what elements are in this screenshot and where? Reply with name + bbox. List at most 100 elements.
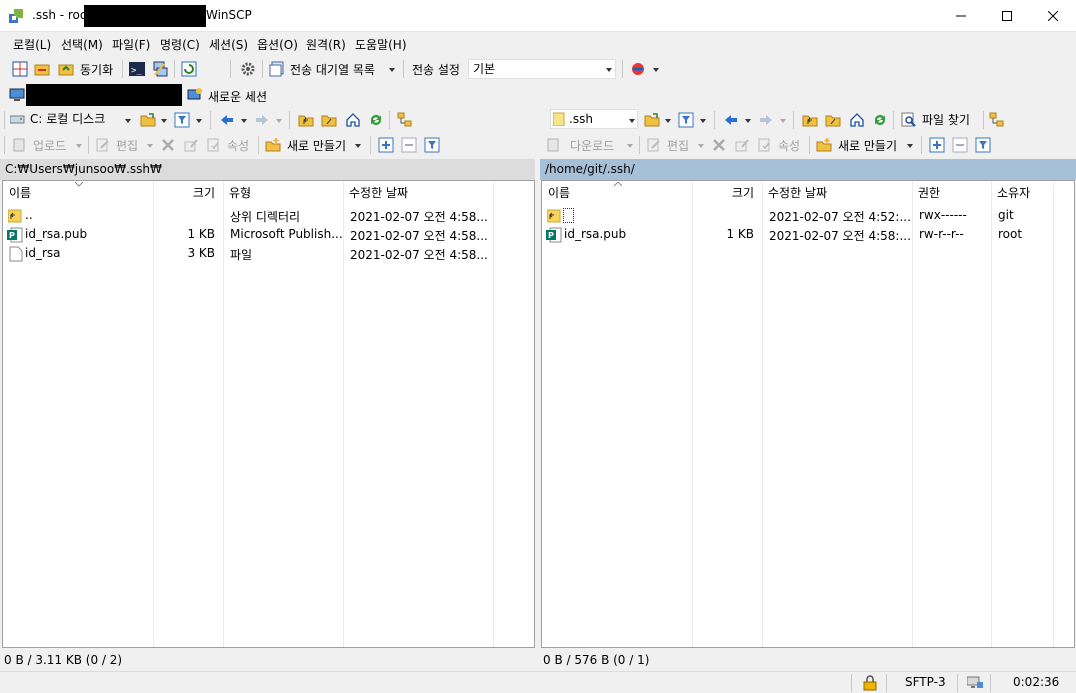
- local-file-list[interactable]: 이름 크기 유형 수정한 날짜 .. 상위 디렉터리 2021-02-07 오전…: [2, 180, 535, 648]
- synchronize-label[interactable]: 동기화: [80, 61, 113, 78]
- local-new-dropdown[interactable]: [355, 144, 361, 148]
- compare-dirs-button[interactable]: [10, 59, 30, 79]
- local-drive-combo[interactable]: C: 로컬 디스크: [10, 109, 136, 129]
- local-col-name-label: 이름: [9, 186, 32, 200]
- transfer-settings-dropdown-arrow[interactable]: [606, 68, 612, 72]
- remote-open-dir-button[interactable]: [642, 110, 662, 130]
- local-refresh-button[interactable]: [366, 110, 386, 130]
- menu-help[interactable]: 도움말(H): [355, 36, 407, 53]
- session-computer-button[interactable]: [7, 85, 27, 105]
- remote-filter-select-button[interactable]: [973, 135, 993, 155]
- properties-icon: [758, 138, 770, 152]
- remote-home-button[interactable]: [847, 110, 867, 130]
- upload-icon-button: [10, 135, 30, 155]
- remote-col-owner[interactable]: 소유자: [991, 181, 1053, 205]
- sync-browse-button[interactable]: [32, 59, 52, 79]
- refresh-window-icon: [181, 61, 197, 77]
- remote-col-size[interactable]: 크기: [692, 181, 762, 205]
- local-open-dir-button[interactable]: [138, 110, 158, 130]
- queue-list-button[interactable]: [267, 59, 287, 79]
- minimize-button[interactable]: [938, 0, 984, 31]
- transfer-options-button[interactable]: [628, 59, 648, 79]
- find-files-label[interactable]: 파일 찾기: [922, 111, 970, 128]
- file-type: Microsoft Publish...: [230, 227, 342, 241]
- local-back-dropdown[interactable]: [241, 119, 247, 123]
- local-filter-dropdown[interactable]: [196, 119, 202, 123]
- remote-refresh-button[interactable]: [870, 110, 890, 130]
- local-unselect-button: [399, 135, 419, 155]
- local-filter-button[interactable]: [172, 110, 192, 130]
- remote-select-all-button[interactable]: [927, 135, 947, 155]
- queue-dropdown-arrow[interactable]: [389, 68, 395, 72]
- maximize-button[interactable]: [984, 0, 1030, 31]
- local-col-type[interactable]: 유형: [223, 181, 343, 205]
- menu-command[interactable]: 명령(C): [160, 36, 200, 53]
- remote-parent-dir-button[interactable]: [800, 110, 820, 130]
- close-button[interactable]: [1030, 0, 1076, 31]
- table-row[interactable]: .. 상위 디렉터리 2021-02-07 오전 4:58...: [3, 206, 534, 225]
- remote-back-dropdown[interactable]: [745, 119, 751, 123]
- local-col-size[interactable]: 크기: [153, 181, 223, 205]
- table-row[interactable]: P id_rsa.pub 1 KB 2021-02-07 오전 4:58:...…: [542, 225, 1074, 244]
- remote-new-label[interactable]: 새로 만들기: [838, 137, 897, 154]
- local-col-modified[interactable]: 수정한 날짜: [343, 181, 493, 205]
- remote-path-bar[interactable]: /home/git/.ssh/: [540, 159, 1076, 180]
- local-drive-dropdown-arrow[interactable]: [125, 119, 131, 123]
- file-size: 1 KB: [726, 227, 754, 241]
- file-owner: root: [998, 227, 1023, 241]
- menu-options[interactable]: 옵션(O): [257, 36, 298, 53]
- toolbar-separator: [639, 136, 640, 154]
- remote-new-icon-button[interactable]: [814, 135, 834, 155]
- remote-col-owner-label: 소유자: [997, 186, 1031, 200]
- remote-tree-toggle-button[interactable]: [987, 110, 1007, 130]
- putty-button[interactable]: [150, 59, 170, 79]
- menu-select[interactable]: 선택(M): [61, 36, 103, 53]
- preferences-button[interactable]: [238, 59, 258, 79]
- local-col-name[interactable]: 이름: [3, 181, 153, 205]
- remote-col-modified[interactable]: 수정한 날짜: [762, 181, 912, 205]
- local-path-bar[interactable]: C:₩Users₩junsoo₩.ssh₩: [0, 159, 535, 180]
- menu-file[interactable]: 파일(F): [112, 36, 150, 53]
- filter-icon: [678, 112, 694, 128]
- transfer-options-dropdown-arrow[interactable]: [653, 68, 659, 72]
- find-files-icon-button[interactable]: [899, 110, 919, 130]
- table-row[interactable]: 2021-02-07 오전 4:52:... rwx------ git: [542, 206, 1074, 225]
- title-bar: .ssh - roo WinSCP: [0, 0, 1076, 32]
- remote-dir-dropdown-arrow[interactable]: [629, 119, 635, 123]
- remote-col-rights[interactable]: 권한: [912, 181, 991, 205]
- refresh-session-button[interactable]: [179, 59, 199, 79]
- table-row[interactable]: P id_rsa.pub 1 KB Microsoft Publish... 2…: [3, 225, 534, 244]
- local-home-button[interactable]: [343, 110, 363, 130]
- panel-splitter[interactable]: [535, 159, 540, 671]
- local-tree-toggle-button[interactable]: [395, 110, 415, 130]
- local-filter-select-button[interactable]: [422, 135, 442, 155]
- menu-session[interactable]: 세션(S): [209, 36, 248, 53]
- remote-open-dir-dropdown[interactable]: [665, 119, 671, 123]
- menu-local[interactable]: 로컬(L): [13, 36, 51, 53]
- remote-dir-combo[interactable]: .ssh: [550, 109, 638, 129]
- new-session-tab[interactable]: 새로운 세션: [208, 88, 267, 105]
- local-new-label[interactable]: 새로 만들기: [287, 137, 346, 154]
- new-session-icon-button[interactable]: [185, 85, 205, 105]
- local-parent-dir-button[interactable]: [296, 110, 316, 130]
- remote-filter-dropdown[interactable]: [700, 119, 706, 123]
- table-row[interactable]: id_rsa 3 KB 파일 2021-02-07 오전 4:58...: [3, 244, 534, 263]
- transfer-settings-combo[interactable]: 기본: [468, 59, 616, 79]
- remote-filter-button[interactable]: [676, 110, 696, 130]
- queue-list-label[interactable]: 전송 대기열 목록: [290, 61, 375, 78]
- remote-back-button[interactable]: [721, 110, 741, 130]
- local-new-icon-button[interactable]: [263, 135, 283, 155]
- local-back-button[interactable]: [217, 110, 237, 130]
- remote-new-dropdown[interactable]: [907, 144, 913, 148]
- local-open-dir-dropdown[interactable]: [161, 119, 167, 123]
- remote-root-dir-button[interactable]: [823, 110, 843, 130]
- parent-folder-icon: [8, 209, 22, 223]
- open-terminal-button[interactable]: >_: [127, 59, 147, 79]
- local-root-dir-button[interactable]: [319, 110, 339, 130]
- synchronize-icon-button[interactable]: [56, 59, 76, 79]
- status-separator: [886, 674, 887, 692]
- remote-file-list[interactable]: 이름 크기 수정한 날짜 권한 소유자 2021-02-07 오전 4:52:.…: [541, 180, 1075, 648]
- remote-col-name[interactable]: 이름: [542, 181, 692, 205]
- local-select-all-button[interactable]: [376, 135, 396, 155]
- menu-remote[interactable]: 원격(R): [306, 36, 346, 53]
